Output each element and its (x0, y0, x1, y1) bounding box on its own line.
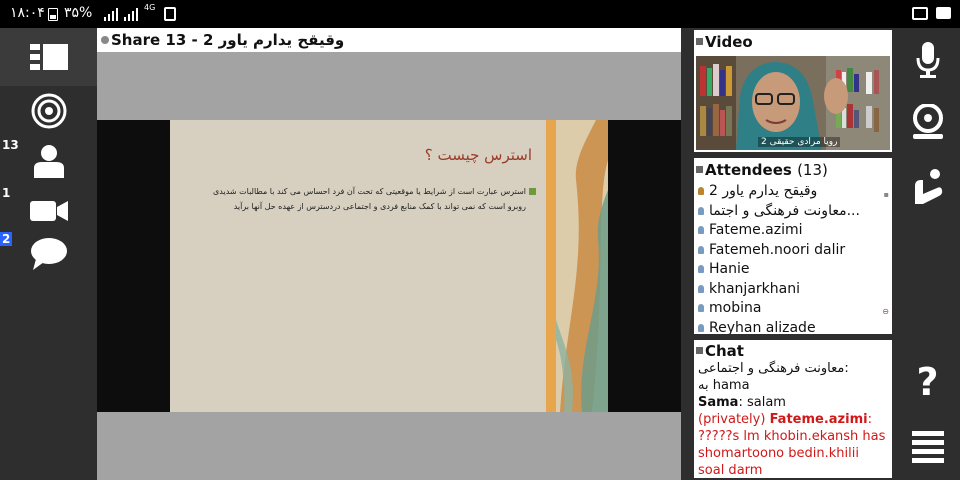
network-type: 4G (144, 3, 156, 12)
webcam-button[interactable] (895, 102, 960, 142)
webcam-person-image (696, 56, 890, 150)
signal-icon (124, 8, 140, 21)
attendee-name: Fatemeh.noori dalir (709, 241, 846, 258)
slide-title: استرس چیست ؟ (424, 146, 532, 164)
user-icon (698, 245, 704, 254)
attendees-badge: 13 (0, 138, 21, 152)
chat-panel-header[interactable]: Chat (694, 340, 892, 360)
help-icon: ? (916, 360, 939, 404)
attendees-icon (33, 145, 64, 178)
menu-button[interactable] (895, 426, 960, 470)
attendee-row[interactable]: Fateme.azimi (694, 221, 892, 241)
user-icon (698, 304, 704, 312)
chat-text: به hama (698, 378, 750, 393)
status-bar: ۱۸:۰۴ ۳۵% 4G (0, 0, 960, 28)
attendee-row[interactable]: Fatemeh.noori dalir (694, 241, 892, 261)
left-toolbar: 13 1 2 (0, 28, 97, 480)
broadcast-button[interactable] (0, 86, 97, 136)
status-time: ۱۸:۰۴ (10, 5, 45, 21)
share-title: Share 13 - 2 وقیقح یدارم یاور (111, 31, 345, 49)
camera-icon (29, 201, 68, 221)
bullet-icon (529, 188, 536, 195)
attendee-name: معاونت فرهنگی و اجتما... (709, 202, 860, 219)
attendee-row[interactable]: 2 وقیقح یدارم یاور ▪ (694, 182, 892, 202)
chat-toggle[interactable]: 2 (0, 226, 97, 282)
attendees-list: 2 وقیقح یدارم یاور ▪ معاونت فرهنگی و اجتم… (694, 182, 892, 334)
attendee-name: Reyhan alizade (709, 319, 816, 335)
message-icon (936, 7, 951, 19)
attendees-title: Attendees (705, 161, 792, 179)
microphone-icon (916, 42, 939, 78)
help-button[interactable]: ? (895, 360, 960, 404)
attendee-row[interactable]: معاونت فرهنگی و اجتما... (694, 202, 892, 222)
attendee-name: Hanie (709, 261, 750, 277)
chat-message-private: (privately) Fateme.azimi: ?????s lm khob… (698, 411, 888, 478)
battery-percent: ۳۵% (64, 5, 93, 21)
attendee-row[interactable]: mobina ⊖ (694, 299, 892, 319)
user-icon (698, 206, 704, 215)
attendees-panel: Attendees (13) 2 وقیقح یدارم یاور ▪ معاون… (694, 158, 892, 334)
video-panel: Video رویا مرادی حقیقی 2 (694, 30, 892, 152)
layout-icon (29, 44, 68, 70)
menu-icon (911, 431, 944, 463)
microphone-button[interactable] (895, 40, 960, 80)
broadcast-icon (31, 93, 66, 129)
user-icon (698, 265, 704, 273)
panel-dot-icon (696, 347, 703, 354)
webcam-video[interactable]: رویا مرادی حقیقی 2 (696, 56, 890, 150)
chat-message: معاونت فرهنگی و اجتماعی: به hama (698, 360, 888, 394)
raise-hand-icon (914, 169, 942, 204)
panel-dot-icon (101, 36, 109, 44)
sd-card-icon (164, 7, 176, 21)
chat-private-prefix: (privately) (698, 412, 766, 427)
slide-decoration (546, 120, 608, 412)
user-icon (698, 284, 704, 293)
attendees-panel-header[interactable]: Attendees (13) (694, 158, 892, 182)
share-panel: Share 13 - 2 وقیقح یدارم یاور استرس چیست… (97, 28, 681, 480)
attendee-row[interactable]: Reyhan alizade (694, 319, 892, 335)
chat-text: : salam (738, 395, 786, 410)
attendee-row[interactable]: khanjarkhani (694, 280, 892, 300)
panel-dot-icon (696, 166, 703, 173)
attendees-toggle[interactable]: 13 (0, 136, 97, 186)
video-panel-header[interactable]: Video (694, 30, 892, 54)
host-user-icon (698, 187, 704, 195)
signal-icon (104, 8, 120, 21)
layout-button[interactable] (0, 28, 97, 86)
video-caption: رویا مرادی حقیقی 2 (758, 137, 841, 147)
attendee-name: mobina (709, 300, 762, 316)
right-toolbar: ? (895, 28, 960, 480)
attendee-name: Fateme.azimi (709, 222, 803, 238)
user-icon (698, 323, 704, 332)
side-panels: Video رویا مرادی حقیقی 2 Attendees (13) (681, 28, 895, 480)
chat-panel: Chat معاونت فرهنگی و اجتماعی: به hama Sam… (694, 340, 892, 478)
attendee-name: 2 وقیقح یدارم یاور (709, 183, 818, 199)
webcam-icon (912, 104, 943, 139)
chat-sender: Sama (698, 395, 739, 410)
user-icon (698, 226, 704, 234)
attendee-row[interactable]: Hanie (694, 260, 892, 280)
gallery-icon (912, 7, 928, 20)
chat-icon (30, 238, 67, 270)
camera-badge: 1 (0, 186, 13, 200)
chat-sender: معاونت فرهنگی و اجتماعی: (698, 361, 849, 376)
video-title: Video (705, 33, 753, 51)
decorative-ribbon-icon (546, 120, 608, 412)
chat-sender: Fateme.azimi (769, 412, 868, 427)
presentation-slide: استرس چیست ؟ استرس عبارت است از شرایط یا… (170, 120, 546, 412)
slide-viewport: استرس چیست ؟ استرس عبارت است از شرایط یا… (97, 120, 681, 412)
chat-messages: معاونت فرهنگی و اجتماعی: به hama Sama: sa… (694, 360, 892, 478)
chat-message: Sama: salam (698, 394, 888, 411)
battery-icon (48, 8, 58, 21)
chat-title: Chat (705, 342, 744, 360)
attendees-count: (13) (797, 161, 828, 179)
panel-dot-icon (696, 38, 703, 45)
share-title-bar[interactable]: Share 13 - 2 وقیقح یدارم یاور (97, 28, 681, 52)
attendee-name: khanjarkhani (709, 280, 800, 297)
chat-badge: 2 (0, 232, 13, 246)
raise-hand-button[interactable] (895, 166, 960, 206)
slide-text: استرس عبارت است از شرایط یا موقعیتی که ت… (213, 187, 526, 211)
